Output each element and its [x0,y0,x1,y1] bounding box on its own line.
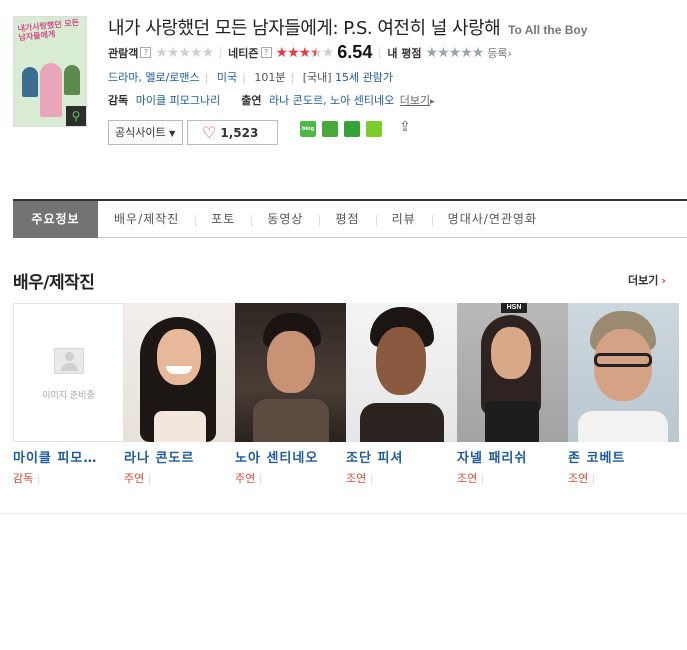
official-site-button[interactable]: 공식사이트 ▼ [108,120,183,145]
age-rating-link[interactable]: 15세 관람가 [335,71,393,84]
photo-shape [253,399,329,442]
actor-photo[interactable] [235,303,346,442]
divider [379,47,381,58]
director-label: 감독 [108,94,129,107]
movie-title: 내가 사랑했던 모든 남자들에게: P.S. 여전히 널 사랑해 [108,18,501,39]
cast-name[interactable]: 마이클 피모… [13,447,124,466]
cast-role: 주연 [235,470,346,486]
my-rating-label: 내 평점 [387,46,422,60]
netizen-rating-label: 네티즌 [228,46,259,60]
tab-rating[interactable]: 평점 [319,201,375,238]
audience-rating-label: 관람객 [108,46,139,60]
netizen-score: 6.54 [337,42,373,62]
genre-row: 드라마, 멜로/로맨스 | 미국 | 101분 | [국내] 15세 관람가 [108,71,394,84]
poster-figure [40,63,62,117]
chevron-right-icon: › [661,274,666,287]
more-cast-link[interactable]: 더보기 [400,94,430,107]
director-link[interactable]: 마이클 피모그나리 [136,94,220,107]
actor-photo[interactable] [346,303,457,442]
tab-bar: 주요정보 배우/제작진 포토 동영상 평점 리뷰 명대사/연관영화 [13,199,687,238]
register-rating-link[interactable]: 등록› [487,45,512,61]
cast-role: 주연 [124,470,235,486]
photo-shape [267,331,315,393]
cast-card[interactable]: 조단 피셔 조연 [346,303,457,486]
actor-photo[interactable] [568,303,679,442]
memo-share-icon[interactable] [366,121,382,137]
movie-title-en: To All the Boy [508,23,588,37]
tab-main-info[interactable]: 주요정보 [13,200,98,238]
section-divider [0,513,687,514]
cast-name[interactable]: 라나 콘도르 [124,447,235,466]
country-link[interactable]: 미국 [217,71,237,84]
actor-photo[interactable] [124,303,235,442]
cast-card[interactable]: HSN 자넬 패리쉬 조연 [457,303,568,486]
genre-link[interactable]: 드라마, 멜로/로맨스 [108,71,200,84]
actor-photo[interactable]: HSN [457,303,568,442]
share-icons: blog [300,121,382,137]
my-rating-stars[interactable]: ★★★★★ [426,45,485,61]
netizen-stars: ★★★★★ [275,44,335,61]
heart-icon: ♡ [202,123,217,142]
rating-region: [국내] [302,71,332,84]
photo-shape [360,403,444,442]
share-icon[interactable]: ⇪ [396,119,414,137]
cast-card[interactable]: 노아 센티네오 주연 [235,303,346,486]
help-icon[interactable]: ? [260,47,272,58]
poster-title: 내가사랑했던 모든남자들에게 [17,18,80,43]
zoom-icon[interactable]: ⚲ [66,106,86,126]
audience-stars: ★★★★★ [155,44,214,61]
photo-shape [376,327,426,395]
no-image-text: 이미지 준비중 [42,391,95,401]
poster-figure [22,67,38,97]
movie-poster[interactable]: 내가사랑했던 모든남자들에게 ⚲ [13,16,87,127]
like-button[interactable]: ♡ 1,523 [187,120,278,145]
cast-card[interactable]: 라나 콘도르 주연 [124,303,235,486]
person-icon [54,348,84,374]
rating-row: 관람객 ? ★★★★★ 네티즌 ? ★★★★★ 6.54 내 평점 ★★★★★ … [108,42,512,63]
help-icon[interactable]: ? [140,47,152,58]
photo-shape [157,329,201,385]
cast-name[interactable]: 조단 피셔 [346,447,457,466]
credit-row: 감독 마이클 피모그나리 출연 라나 콘도르, 노아 센티네오 더보기▸ [108,94,435,107]
poster-figure [64,65,80,95]
glasses-shape [594,353,652,367]
tab-photo[interactable]: 포토 [195,201,251,238]
cast-label: 출연 [241,94,262,107]
section-title: 배우/제작진 [13,273,95,293]
tab-video[interactable]: 동영상 [251,201,319,238]
divider [220,47,222,58]
cast-name[interactable]: 자넬 패리쉬 [457,447,568,466]
blog-share-icon[interactable]: blog [300,121,316,137]
official-site-label: 공식사이트 [115,126,166,139]
photo-shape [166,366,192,374]
cast-role: 감독 [13,470,124,486]
section-more-link[interactable]: 더보기 › [628,272,666,288]
cast-role: 조연 [457,470,568,486]
photo-shape [578,411,668,442]
runtime: 101분 [254,71,286,84]
tab-quotes[interactable]: 명대사/연관영화 [431,201,553,238]
cast-name[interactable]: 노아 센티네오 [235,447,346,466]
photo-shape [154,411,206,442]
cast-name[interactable]: 존 코베트 [568,447,679,466]
bookmark-share-icon[interactable] [344,121,360,137]
tab-cast-crew[interactable]: 배우/제작진 [98,201,195,238]
like-count: 1,523 [220,126,259,140]
no-image-placeholder[interactable]: 이미지 준비중 [13,303,124,442]
cast-role: 조연 [346,470,457,486]
cast-role: 조연 [568,470,679,486]
cast-card[interactable]: 존 코베트 조연 [568,303,679,486]
photo-shape [491,327,531,379]
tab-review[interactable]: 리뷰 [375,201,432,238]
cast-link[interactable]: 라나 콘도르, 노아 센티네오 [269,94,394,107]
cast-card[interactable]: 이미지 준비중 마이클 피모… 감독 [13,303,124,486]
dropdown-icon: ▼ [169,129,176,138]
cafe-share-icon[interactable] [322,121,338,137]
movie-title-row: 내가 사랑했던 모든 남자들에게: P.S. 여전히 널 사랑해 To All … [108,14,587,40]
photo-shape [485,401,539,442]
hsn-logo: HSN [501,303,527,313]
